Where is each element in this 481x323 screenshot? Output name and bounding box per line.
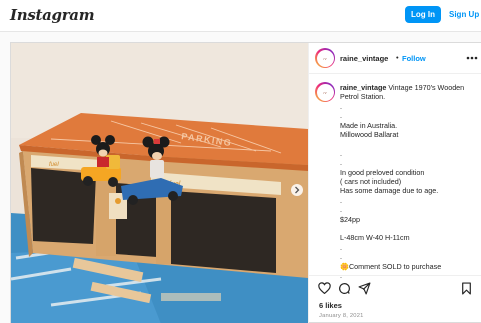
separator-dot: •	[396, 53, 399, 62]
caption-username[interactable]: raine_vintage	[340, 83, 386, 92]
caption-line: .	[340, 158, 342, 168]
caption-line: .	[340, 148, 342, 158]
caption-line: .	[340, 205, 342, 215]
post-author-username[interactable]: raine_vintage	[340, 54, 388, 63]
post-header: rv raine_vintage • Follow	[309, 43, 481, 74]
post-card: PARKING fuel fuel	[10, 42, 481, 323]
post-actions	[309, 275, 481, 295]
caption-line: Has some damage due to age.	[340, 186, 439, 196]
post-caption: raine_vintage Vintage 1970's Wooden Petr…	[340, 83, 480, 281]
more-horizontal-icon[interactable]	[466, 52, 478, 63]
fuel-sign-left: fuel	[49, 162, 59, 168]
instagram-logo[interactable]: Instagram	[10, 6, 95, 24]
caption-line: ( cars not included)	[340, 177, 402, 187]
petrol-station-photo: PARKING fuel fuel	[11, 43, 308, 323]
post-sidebar: rv raine_vintage • Follow rv raine_vinta…	[308, 43, 481, 323]
caption-line: 🌼Comment SOLD to purchase	[340, 261, 442, 271]
caption-line: .	[340, 242, 342, 252]
follow-button[interactable]: Follow	[402, 54, 426, 63]
caption-line	[340, 224, 480, 233]
caption-line: $24pp	[340, 214, 360, 224]
chevron-right-icon[interactable]	[291, 184, 303, 196]
caption-line	[340, 139, 480, 148]
send-icon[interactable]	[357, 281, 371, 295]
caption-line: raine_vintage Vintage 1970's Wooden	[340, 83, 465, 92]
avatar[interactable]: rv	[315, 48, 335, 68]
caption-line: Petrol Station.	[340, 92, 386, 102]
signup-link[interactable]: Sign Up	[449, 6, 479, 23]
caption-line: Made in Australia.	[340, 120, 398, 130]
caption-line: .	[340, 252, 342, 262]
caption-line: .	[340, 101, 342, 111]
post-date[interactable]: January 8, 2021	[319, 313, 364, 319]
login-button[interactable]: Log In	[405, 6, 441, 23]
caption-line: In good preloved condition	[340, 167, 425, 177]
bookmark-icon[interactable]	[459, 281, 473, 295]
caption-line: .	[340, 195, 342, 205]
likes-count[interactable]: 6 likes	[319, 301, 342, 310]
post-photo[interactable]: PARKING fuel fuel	[11, 43, 308, 323]
caption-line: Millowood Ballarat	[340, 130, 399, 140]
caption-line: .	[340, 111, 342, 121]
top-navigation-bar: Instagram Log In Sign Up	[0, 0, 481, 32]
comment-icon[interactable]	[337, 281, 351, 295]
caption-line: L-48cm W-40 H-11cm	[340, 233, 410, 243]
heart-icon[interactable]	[317, 281, 331, 295]
caption-avatar[interactable]: rv	[315, 82, 335, 102]
